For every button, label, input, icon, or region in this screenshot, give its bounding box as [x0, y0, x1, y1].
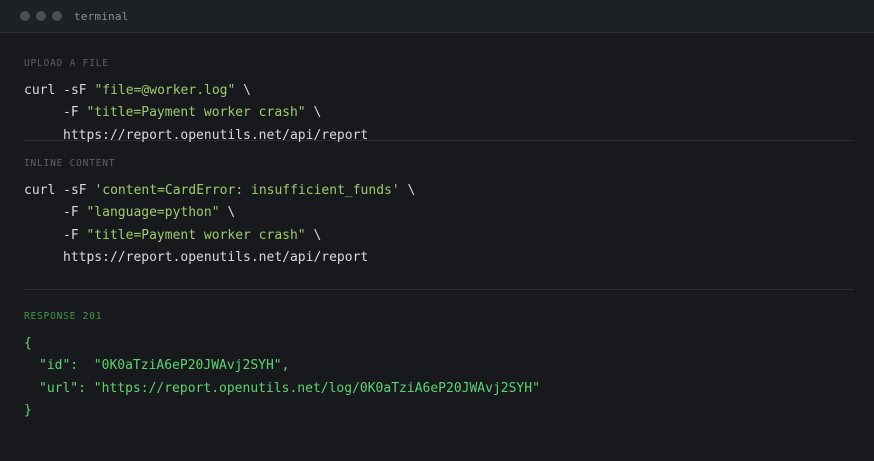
json-value: "0K0aTziA6eP20JWAvj2SYH", [78, 358, 290, 374]
maximize-window-dot-icon[interactable] [52, 11, 62, 21]
section-label: UPLOAD A FILE [24, 58, 109, 69]
json-value: "https://report.openutils.net/log/0K0aTz… [85, 380, 540, 396]
flag-text: -F [63, 105, 87, 121]
terminal-window: terminal UPLOAD A FILE curl -sF "file=@w… [0, 0, 874, 461]
string-arg: "title=Payment worker crash" [86, 227, 306, 243]
title-bar: terminal [0, 0, 874, 33]
line-continuation: \ [219, 205, 236, 221]
string-arg: "language=python" [86, 205, 220, 221]
line-continuation: \ [305, 105, 322, 121]
json-key: "url": [39, 380, 86, 396]
minimize-window-dot-icon[interactable] [36, 11, 46, 21]
section-label: INLINE CONTENT [24, 158, 116, 169]
string-arg: 'content=CardError: insufficient_funds' [94, 183, 400, 198]
code-line: -F "language=python" \ [24, 202, 854, 224]
string-arg: "file=@worker.log" [94, 83, 236, 98]
code-line: curl -sF 'content=CardError: insufficien… [24, 180, 854, 202]
line-continuation: \ [235, 83, 251, 98]
code-line: https://report.openutils.net/api/report [24, 247, 854, 269]
json-key: "id": [39, 358, 79, 374]
json-line-id: "id": "0K0aTziA6eP20JWAvj2SYH", [24, 355, 854, 377]
flag-text: -F [63, 227, 87, 243]
response-status-label: RESPONSE 201 [24, 311, 103, 322]
terminal-body: UPLOAD A FILE curl -sF "file=@worker.log… [0, 33, 874, 422]
endpoint-url: https://report.openutils.net/api/report [63, 249, 369, 265]
json-line-url: "url": "https://report.openutils.net/log… [24, 378, 854, 400]
code-line: curl -sF "file=@worker.log" \ [24, 80, 854, 102]
line-continuation: \ [399, 183, 416, 198]
json-open-brace: { [24, 336, 32, 351]
upload-file-section: UPLOAD A FILE curl -sF "file=@worker.log… [24, 33, 854, 143]
json-close-brace: } [24, 402, 32, 418]
command-text: curl -sF [24, 183, 95, 198]
close-window-dot-icon[interactable] [20, 11, 30, 21]
code-line: -F "title=Payment worker crash" \ [24, 225, 854, 247]
code-line: -F "title=Payment worker crash" \ [24, 102, 854, 124]
endpoint-url: https://report.openutils.net/api/report [63, 127, 369, 143]
response-section: RESPONSE 201 { "id": "0K0aTziA6eP20JWAvj… [24, 290, 854, 422]
command-text: curl -sF [24, 83, 95, 98]
flag-text: -F [63, 205, 87, 221]
inline-content-section: INLINE CONTENT curl -sF 'content=CardErr… [24, 141, 854, 290]
line-continuation: \ [305, 227, 322, 243]
string-arg: "title=Payment worker crash" [86, 105, 306, 121]
window-title: terminal [74, 9, 129, 23]
